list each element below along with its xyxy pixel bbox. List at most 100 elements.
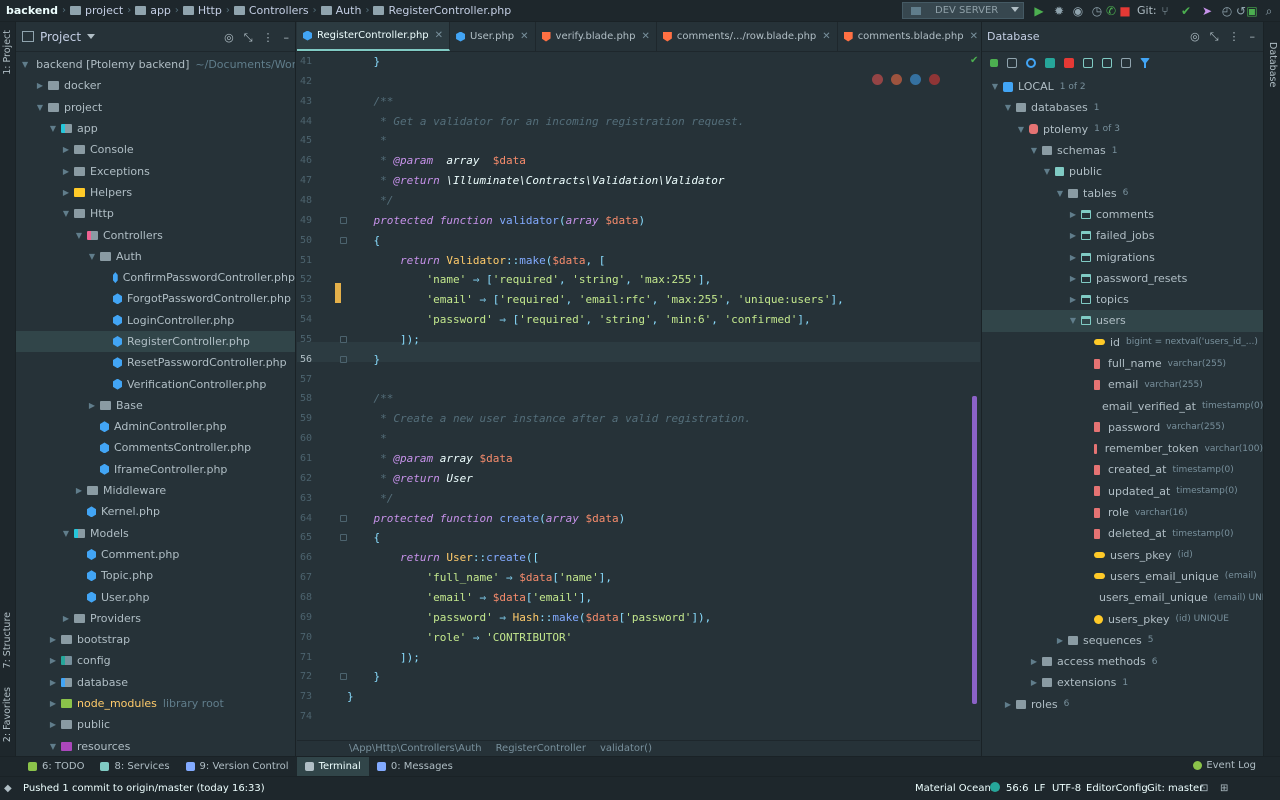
- editor-tab[interactable]: User.php ✕: [450, 22, 536, 51]
- database-tree-item[interactable]: deleted_at timestamp(0): [982, 523, 1263, 544]
- project-root[interactable]: ▼ backend [Ptolemy backend] ~/Documents/Wo…: [16, 54, 295, 75]
- database-tree-item[interactable]: id bigint = nextval('users_id_...): [982, 332, 1263, 353]
- editor-tab[interactable]: verify.blade.php ✕: [536, 22, 657, 51]
- chevron-right-icon[interactable]: ▶: [1055, 636, 1065, 645]
- database-tree-item[interactable]: ▶ migrations: [982, 246, 1263, 267]
- filter-icon[interactable]: [1140, 58, 1150, 68]
- settings-icon[interactable]: ⋮: [263, 31, 274, 45]
- database-tree-item[interactable]: users_email_unique (email) UNIQUE: [982, 587, 1263, 608]
- code-breadcrumb-item[interactable]: validator(): [600, 743, 652, 754]
- structure-tool-tab[interactable]: 7: Structure: [2, 612, 13, 668]
- console-icon[interactable]: [1121, 58, 1131, 68]
- folder-item[interactable]: ▼ resources: [16, 736, 295, 757]
- project-panel-title[interactable]: Project: [40, 30, 81, 44]
- stop-icon[interactable]: ■: [1118, 4, 1132, 18]
- chevron-right-icon[interactable]: ▶: [61, 614, 71, 623]
- chevron-down-icon[interactable]: ▼: [61, 529, 71, 538]
- chevron-down-icon[interactable]: ▼: [1042, 167, 1052, 176]
- editor-tab[interactable]: comments.blade.php ✕: [838, 22, 980, 51]
- breadcrumb-item[interactable]: backend: [6, 4, 58, 17]
- database-tree-item[interactable]: password varchar(255): [982, 417, 1263, 438]
- close-icon[interactable]: ✕: [520, 31, 528, 42]
- database-tree-item[interactable]: ▼ ptolemy 1 of 3: [982, 119, 1263, 140]
- file-item[interactable]: ResetPasswordController.php: [16, 352, 295, 373]
- folder-item[interactable]: ▶ Base: [16, 395, 295, 416]
- database-tree-item[interactable]: ▶ topics: [982, 289, 1263, 310]
- chevron-down-icon[interactable]: ▼: [22, 60, 28, 69]
- file-item[interactable]: RegisterController.php: [16, 330, 295, 353]
- fold-marker[interactable]: [340, 534, 347, 542]
- file-item[interactable]: Topic.php: [16, 565, 295, 586]
- editor-config[interactable]: EditorConfig: [1086, 783, 1148, 794]
- database-tool-tab[interactable]: Database: [1267, 42, 1278, 87]
- fold-marker[interactable]: [340, 355, 347, 363]
- project-tool-tab[interactable]: 1: Project: [2, 30, 13, 75]
- folder-item[interactable]: ▶ bootstrap: [16, 629, 295, 650]
- database-tree-item[interactable]: ▶ password_resets: [982, 268, 1263, 289]
- line-separator[interactable]: LF: [1034, 783, 1045, 794]
- chevron-down-icon[interactable]: ▼: [48, 742, 58, 751]
- run-icon[interactable]: ▶: [1032, 4, 1046, 18]
- chevron-right-icon[interactable]: ▶: [35, 81, 45, 90]
- chevron-down-icon[interactable]: ▼: [1068, 316, 1078, 325]
- database-tree-item[interactable]: email_verified_at timestamp(0): [982, 395, 1263, 416]
- folder-item[interactable]: ▼ app: [16, 118, 295, 139]
- folder-item[interactable]: ▼ Models: [16, 523, 295, 544]
- file-item[interactable]: Kernel.php: [16, 501, 295, 522]
- chevron-down-icon[interactable]: ▼: [1016, 125, 1026, 134]
- caret-position[interactable]: 56:6: [1006, 783, 1028, 794]
- history-icon[interactable]: ◴: [1220, 4, 1234, 18]
- file-item[interactable]: LoginController.php: [16, 310, 295, 331]
- refresh-icon[interactable]: [1026, 58, 1036, 68]
- folder-item[interactable]: ▼ Controllers: [16, 224, 295, 245]
- database-tree-item[interactable]: remember_token varchar(100): [982, 438, 1263, 459]
- chevron-down-icon[interactable]: ▼: [1003, 103, 1013, 112]
- chevron-right-icon[interactable]: ▶: [48, 720, 58, 729]
- chevron-right-icon[interactable]: ▶: [1068, 274, 1078, 283]
- memory-icon[interactable]: ⊞: [1220, 783, 1228, 794]
- close-icon[interactable]: ✕: [435, 30, 443, 41]
- database-tree-item[interactable]: ▶ access methods 6: [982, 651, 1263, 672]
- database-tree-item[interactable]: users_email_unique (email): [982, 566, 1263, 587]
- chrome-icon[interactable]: [872, 74, 883, 85]
- chevron-right-icon[interactable]: ▶: [1029, 657, 1039, 666]
- close-icon[interactable]: ✕: [822, 31, 830, 42]
- database-tree-item[interactable]: ▶ sequences 5: [982, 630, 1263, 651]
- status-message[interactable]: Pushed 1 commit to origin/master (today …: [23, 783, 265, 794]
- chevron-right-icon[interactable]: ▶: [48, 678, 58, 687]
- folder-item[interactable]: ▶ Console: [16, 139, 295, 160]
- folder-item[interactable]: ▶ Exceptions: [16, 160, 295, 181]
- database-tree-item[interactable]: ▼ schemas 1: [982, 140, 1263, 161]
- database-tree-item[interactable]: role varchar(16): [982, 502, 1263, 523]
- chevron-down-icon[interactable]: ▼: [87, 252, 97, 261]
- database-tree-item[interactable]: ▶ comments: [982, 204, 1263, 225]
- run-configuration-select[interactable]: DEV SERVER: [902, 2, 1024, 19]
- close-icon[interactable]: ✕: [970, 31, 978, 42]
- folder-item[interactable]: ▶ Helpers: [16, 182, 295, 203]
- database-tree-item[interactable]: updated_at timestamp(0): [982, 481, 1263, 502]
- event-log-button[interactable]: Event Log: [1193, 760, 1256, 771]
- chevron-right-icon[interactable]: ▶: [74, 486, 84, 495]
- collapse-icon[interactable]: ⤡: [1210, 30, 1219, 44]
- chevron-down-icon[interactable]: [87, 34, 96, 39]
- editor-tab[interactable]: RegisterController.php ✕: [297, 22, 451, 51]
- inspection-ok-icon[interactable]: ✔: [970, 55, 978, 66]
- database-tree-item[interactable]: users_pkey (id) UNIQUE: [982, 608, 1263, 629]
- file-item[interactable]: ForgotPasswordController.php: [16, 288, 295, 309]
- file-encoding[interactable]: UTF-8: [1052, 783, 1081, 794]
- breadcrumb-item[interactable]: Controllers: [233, 4, 309, 17]
- firefox-icon[interactable]: [891, 74, 902, 85]
- fold-marker[interactable]: [340, 236, 347, 244]
- folder-item[interactable]: ▼ project: [16, 97, 295, 118]
- table-view-icon[interactable]: [1083, 58, 1093, 68]
- bottom-tool-tab[interactable]: 8: Services: [92, 757, 177, 777]
- safari-icon[interactable]: [910, 74, 921, 85]
- chevron-right-icon[interactable]: ▶: [48, 656, 58, 665]
- file-item[interactable]: User.php: [16, 586, 295, 607]
- sync-schema-icon[interactable]: [1045, 58, 1055, 68]
- search-icon[interactable]: ⌕: [1262, 4, 1276, 18]
- opera-icon[interactable]: [929, 74, 940, 85]
- database-tree-item[interactable]: ▼ LOCAL 1 of 2: [982, 76, 1263, 97]
- folder-item[interactable]: ▶ database: [16, 672, 295, 693]
- editor-tab[interactable]: comments/.../row.blade.php ✕: [657, 22, 838, 51]
